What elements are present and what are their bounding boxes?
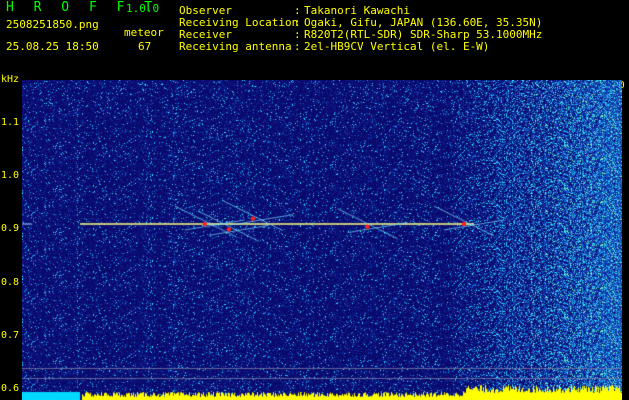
y-tick-label: 0.9: [1, 223, 20, 235]
meteor-count-value: 67: [138, 40, 152, 53]
header: H R O F F T 1.0.0 2508251850.png meteor …: [0, 0, 629, 72]
meteor-count-label: meteor: [124, 26, 164, 39]
separator: :: [294, 40, 301, 53]
spectrogram-plot: [22, 80, 622, 400]
y-tick-label: 1.1: [1, 116, 20, 128]
y-axis-unit: kHz: [1, 74, 20, 85]
observation-datetime: 25.08.25 18:50: [6, 40, 99, 53]
app-version: 1.0.0: [126, 2, 160, 15]
antenna-label: Receiving antenna: [179, 40, 292, 53]
y-tick-label: 0.6: [1, 383, 20, 395]
filename: 2508251850.png: [6, 18, 99, 31]
antenna-value: 2el-HB9CV Vertical (el. E-W): [304, 40, 490, 53]
y-tick-label: 0.7: [1, 330, 20, 341]
y-tick-label: 0.8: [1, 276, 20, 288]
y-tick-label: 1.0: [1, 170, 20, 181]
